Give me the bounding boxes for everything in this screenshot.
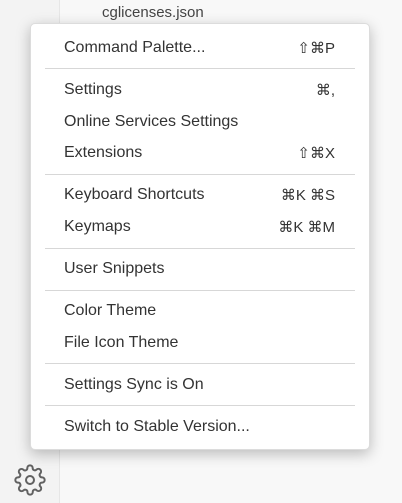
menu-item-label: Color Theme xyxy=(64,302,157,319)
menu-item-shortcut: ⌘K ⌘M xyxy=(278,219,335,236)
menu-separator xyxy=(45,290,355,291)
menu-item-online-services-settings[interactable]: Online Services Settings xyxy=(31,107,369,137)
menu-item-label: File Icon Theme xyxy=(64,334,179,351)
explorer-file-item[interactable]: cglicenses.json xyxy=(102,4,204,21)
menu-item-switch-stable-version[interactable]: Switch to Stable Version... xyxy=(31,412,369,442)
menu-item-label: Settings xyxy=(64,81,122,98)
menu-item-label: Online Services Settings xyxy=(64,113,239,130)
menu-item-command-palette[interactable]: Command Palette... ⇧⌘P xyxy=(31,33,369,63)
menu-separator xyxy=(45,363,355,364)
menu-item-label: Settings Sync is On xyxy=(64,376,204,393)
menu-item-file-icon-theme[interactable]: File Icon Theme xyxy=(31,328,369,358)
menu-item-shortcut: ⌘, xyxy=(315,82,335,99)
menu-item-keymaps[interactable]: Keymaps ⌘K ⌘M xyxy=(31,212,369,242)
menu-separator xyxy=(45,68,355,69)
menu-separator xyxy=(45,174,355,175)
menu-item-settings[interactable]: Settings ⌘, xyxy=(31,75,369,105)
menu-item-color-theme[interactable]: Color Theme xyxy=(31,296,369,326)
manage-context-menu: Command Palette... ⇧⌘P Settings ⌘, Onlin… xyxy=(30,23,370,450)
menu-item-label: Command Palette... xyxy=(64,39,206,56)
menu-item-shortcut: ⇧⌘P xyxy=(297,40,335,57)
menu-item-label: Switch to Stable Version... xyxy=(64,418,250,435)
menu-item-keyboard-shortcuts[interactable]: Keyboard Shortcuts ⌘K ⌘S xyxy=(31,180,369,210)
menu-separator xyxy=(45,248,355,249)
gear-icon[interactable] xyxy=(14,464,46,496)
menu-item-settings-sync[interactable]: Settings Sync is On xyxy=(31,370,369,400)
menu-item-shortcut: ⌘K ⌘S xyxy=(280,187,335,204)
menu-item-user-snippets[interactable]: User Snippets xyxy=(31,254,369,284)
menu-item-shortcut: ⇧⌘X xyxy=(297,145,335,162)
menu-separator xyxy=(45,405,355,406)
menu-item-label: Keymaps xyxy=(64,218,131,235)
menu-item-label: User Snippets xyxy=(64,260,165,277)
menu-item-extensions[interactable]: Extensions ⇧⌘X xyxy=(31,138,369,168)
menu-item-label: Keyboard Shortcuts xyxy=(64,186,205,203)
menu-item-label: Extensions xyxy=(64,144,143,161)
